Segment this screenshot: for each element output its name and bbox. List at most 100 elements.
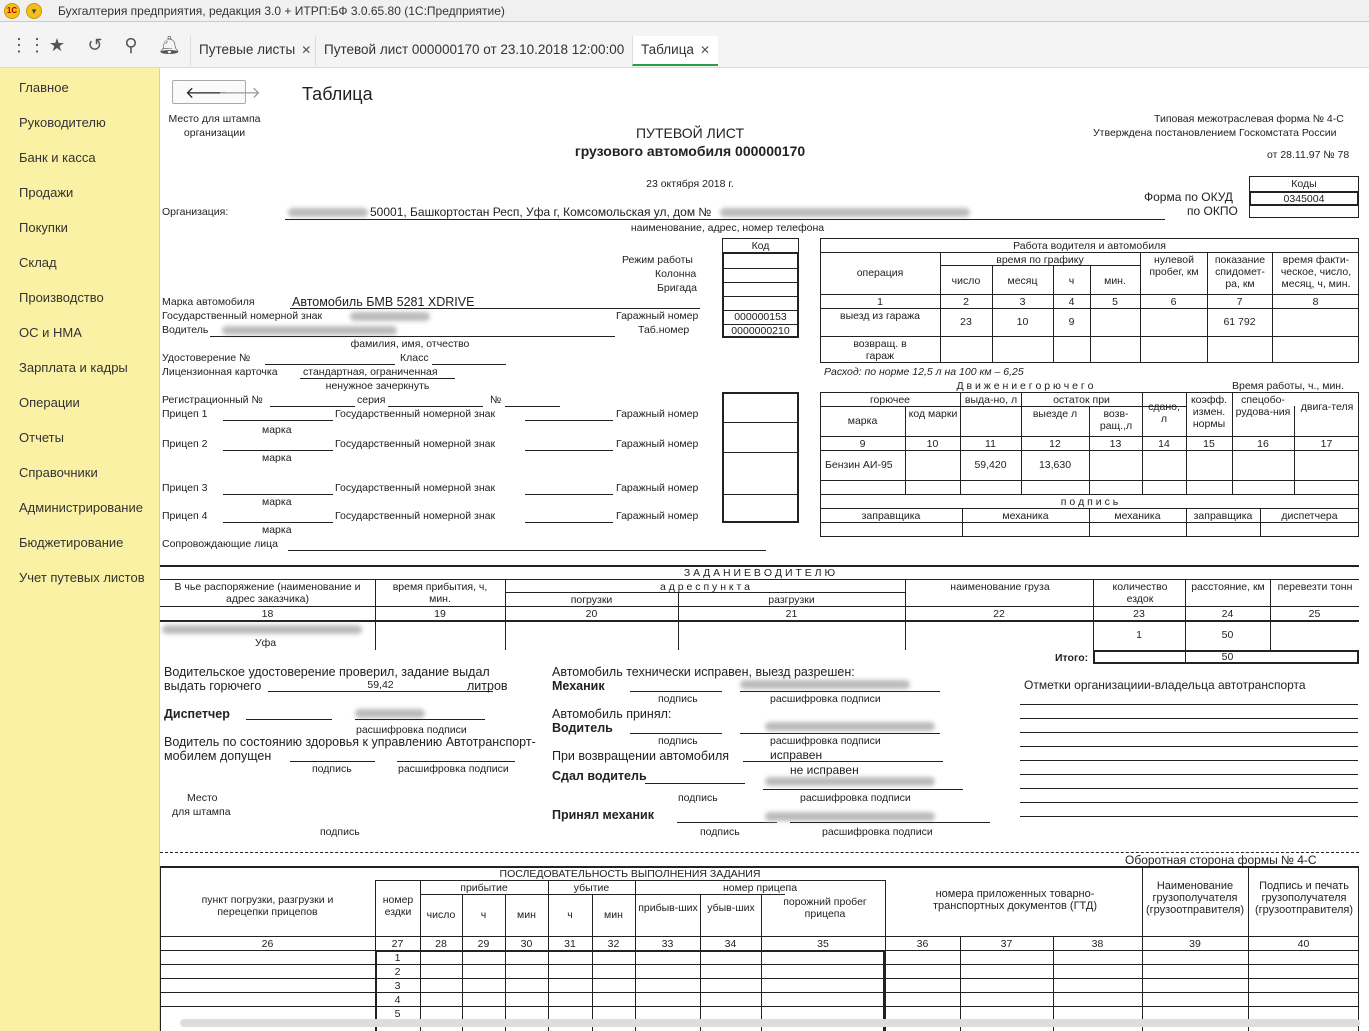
accepted-mech: Принял механик <box>552 808 654 822</box>
day-h: число <box>951 275 981 287</box>
grid-menu-icon[interactable]: ⋮⋮ <box>10 34 46 56</box>
redacted <box>355 709 425 718</box>
sidebar-item-budget[interactable]: Бюджетирование <box>19 535 123 550</box>
signatures-h: п о д п и с ь <box>1060 496 1119 508</box>
col-5: 5 <box>1112 296 1118 308</box>
brigade-label: Бригада <box>657 282 698 294</box>
redacted <box>765 722 935 731</box>
history-icon[interactable]: ↺ <box>84 34 106 56</box>
tab-waybill-170[interactable]: Путевой лист 000000170 от 23.10.2018 12:… <box>315 36 648 66</box>
favorites-star-icon[interactable]: ★ <box>46 34 68 56</box>
line <box>270 406 355 407</box>
distance-h: расстояние, км <box>1191 581 1265 593</box>
card-value: стандартная, ограниченная <box>303 366 438 378</box>
special-h: спецобо-рудова-ния <box>1235 394 1291 418</box>
line <box>1020 704 1358 705</box>
line <box>677 822 777 823</box>
col-15: 15 <box>1203 438 1215 450</box>
sidebar-item-assets[interactable]: ОС и НМА <box>19 325 82 340</box>
col-36: 36 <box>916 938 929 950</box>
arr-min-h: мин <box>517 909 536 921</box>
remain-h: остаток при <box>1053 394 1110 406</box>
sig-refueler2: заправщика <box>1193 510 1253 522</box>
line <box>160 579 1359 580</box>
tab-waybills[interactable]: Путевые листы ✕ <box>190 36 319 66</box>
sidebar-item-sales[interactable]: Продажи <box>19 185 73 200</box>
actual-h: время факти-ческое, число, месяц, ч, мин… <box>1280 254 1352 290</box>
sidebar-item-production[interactable]: Производство <box>19 290 104 305</box>
col-6: 6 <box>1170 296 1177 308</box>
close-icon[interactable]: ✕ <box>301 43 311 57</box>
empty-run-h: порожний пробег прицепа <box>783 896 867 920</box>
col-32: 32 <box>607 938 620 950</box>
col-39: 39 <box>1189 938 1201 950</box>
sidebar-item-reports[interactable]: Отчеты <box>19 430 64 445</box>
handed-h: сдано, л <box>1148 401 1180 425</box>
cargo-h: наименование груза <box>950 581 1050 593</box>
trailer-no-h: номер прицепа <box>722 882 798 894</box>
col-28: 28 <box>435 938 447 950</box>
car-label: Марка автомобиля <box>162 296 255 308</box>
sidebar-item-manager[interactable]: Руководителю <box>19 115 106 130</box>
code-mark-h: код марки <box>908 408 958 420</box>
line <box>246 719 332 720</box>
sidebar-item-bank[interactable]: Банк и касса <box>19 150 96 165</box>
line <box>525 494 613 495</box>
seq-header: ПОСЛЕДОВАТЕЛЬНОСТЬ ВЫПОЛНЕНИЯ ЗАДАНИЯ <box>499 868 761 880</box>
sidebar-item-operations[interactable]: Операции <box>19 395 80 410</box>
tab-table[interactable]: Таблица ✕ <box>632 36 718 66</box>
main-menu-icon[interactable]: ▾ <box>26 3 42 19</box>
task-header: З А Д А Н И Е В О Д И Т Е Л Ю <box>683 567 836 579</box>
accepted-sign-decode: расшифровка подписи <box>822 826 933 838</box>
sidebar-item-warehouse[interactable]: Склад <box>19 255 57 270</box>
page-title: Таблица <box>302 84 373 104</box>
trailer4-mark: марка <box>262 524 292 536</box>
sidebar-item-admin[interactable]: Администрирование <box>19 500 143 515</box>
sidebar-item-main[interactable]: Главное <box>19 80 69 95</box>
line <box>1020 718 1358 719</box>
car-value: Автомобиль БМВ 5281 XDRIVE <box>292 295 475 309</box>
line <box>1020 760 1358 761</box>
notifications-bell-icon[interactable]: 🔔︎ <box>158 34 181 56</box>
line <box>268 691 493 692</box>
return-garage: возвращ. в гараж <box>853 338 907 362</box>
line <box>160 936 1359 937</box>
bad: не исправен <box>790 763 859 777</box>
zero-run-h: нулевой пробег, км <box>1149 254 1199 278</box>
sidebar-item-salary[interactable]: Зарплата и кадры <box>19 360 128 375</box>
search-icon[interactable]: ⚲ <box>120 34 142 56</box>
mechanic-label: Механик <box>552 679 605 693</box>
issue-fuel: выдать горючего <box>164 679 262 693</box>
stamp-place: Место для штампа <box>168 113 261 125</box>
dep-min-h: мин <box>604 909 623 921</box>
close-icon[interactable]: ✕ <box>700 43 710 57</box>
line <box>290 761 375 762</box>
departure-h: убытие <box>573 882 610 894</box>
col-18: 18 <box>261 608 274 620</box>
col-34: 34 <box>724 938 737 950</box>
health-sign-decode: расшифровка подписи <box>398 763 509 775</box>
app-logo-icon[interactable]: 1С <box>4 3 20 19</box>
line <box>265 364 395 365</box>
forward-arrow-icon[interactable]: 🡒 <box>218 82 261 103</box>
total-label: Итого: <box>1055 652 1089 664</box>
schedule-h: время по графику <box>996 254 1084 266</box>
line <box>722 422 799 423</box>
col-25: 25 <box>1308 608 1321 620</box>
col-13: 13 <box>1109 438 1122 450</box>
arr-hour-h: ч <box>480 909 487 921</box>
exit-day: 23 <box>960 316 972 328</box>
line <box>355 719 485 720</box>
line <box>645 783 745 784</box>
place1: Место <box>187 792 218 804</box>
redacted <box>288 208 368 217</box>
sidebar-item-waybills[interactable]: Учет путевых листов <box>19 570 145 585</box>
redacted <box>765 812 935 821</box>
sidebar-item-purchases[interactable]: Покупки <box>19 220 68 235</box>
horizontal-scrollbar[interactable] <box>180 1019 1360 1027</box>
sidebar-item-references[interactable]: Справочники <box>19 465 98 480</box>
line <box>630 733 722 734</box>
task-dist: 50 <box>1221 629 1234 641</box>
garage-value: 000000153 <box>734 311 787 323</box>
line <box>285 219 1165 220</box>
